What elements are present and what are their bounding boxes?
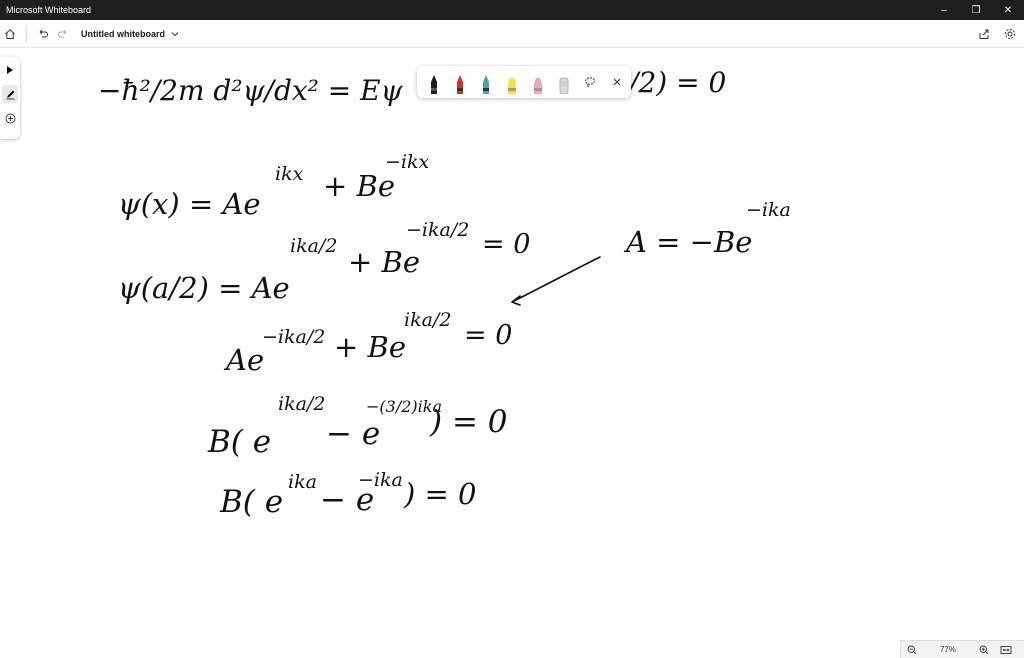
exponent: ika/2	[404, 309, 451, 331]
eraser-icon[interactable]	[555, 70, 572, 94]
zoom-level: 77%	[939, 645, 956, 654]
equation-zero: = 0	[464, 320, 512, 351]
exponent: −ika/2	[262, 326, 325, 348]
equation-boundary-right: ψ(a/2) = Ae	[118, 271, 290, 305]
pink-highlighter-icon[interactable]	[529, 70, 546, 94]
equation-zero: ) = 0	[403, 477, 477, 511]
pen-tray	[417, 66, 631, 98]
close-icon[interactable]	[608, 72, 626, 92]
equation-general-solution: ψ(x) = Ae	[118, 187, 261, 221]
equation-term: − e	[326, 416, 380, 452]
exponent: −ika/2	[406, 219, 469, 241]
arrow-stroke	[511, 256, 601, 306]
exponent: ika/2	[278, 393, 325, 415]
equation-simplified: B( e	[219, 484, 283, 520]
exponent: ika/2	[290, 235, 337, 257]
exponent: −ika	[358, 469, 403, 491]
zoom-in-icon[interactable]	[973, 642, 995, 658]
equation-term: + Be	[334, 330, 406, 364]
exponent: −ika	[746, 199, 791, 221]
equation-zero: ) = 0	[429, 404, 508, 440]
yellow-highlighter-icon[interactable]	[503, 70, 520, 94]
equation-side-result: A = −Be	[623, 225, 752, 259]
teal-pen-icon[interactable]	[477, 70, 494, 94]
equation-term: + Be	[323, 169, 395, 203]
equation-mirror: Ae	[223, 343, 264, 377]
lasso-select-icon[interactable]	[581, 72, 599, 92]
zoom-controls: 77%	[900, 640, 1024, 658]
equation-factored: B( e	[207, 424, 271, 460]
fit-to-screen-icon[interactable]	[995, 642, 1017, 658]
red-pen-icon[interactable]	[451, 70, 468, 94]
exponent: −ikx	[385, 151, 430, 173]
equation-zero: = 0	[482, 229, 530, 260]
exponent: ika	[288, 471, 317, 493]
black-pen-icon[interactable]	[425, 70, 442, 94]
equation-term: + Be	[348, 245, 420, 279]
equation-schrodinger: −ħ²/2m d²ψ/dx² = Eψ	[98, 74, 404, 107]
ink-canvas[interactable]: −ħ²/2m d²ψ/dx² = Eψ ψ(−a/2) = 0 ψ(x) = A…	[0, 0, 1024, 658]
exponent: ikx	[275, 163, 304, 185]
zoom-out-icon[interactable]	[901, 642, 923, 658]
